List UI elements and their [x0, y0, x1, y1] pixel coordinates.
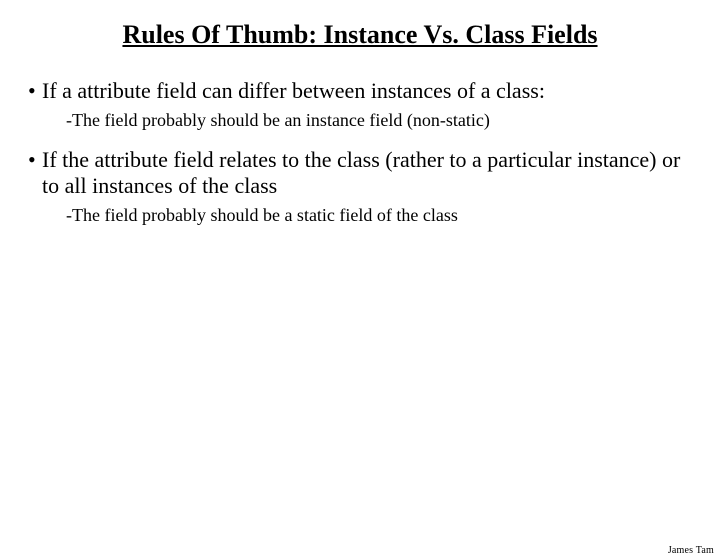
bullet-item: • If the attribute field relates to the …: [28, 147, 692, 199]
slide-content: • If a attribute field can differ betwee…: [0, 78, 720, 226]
bullet-text: If a attribute field can differ between …: [42, 78, 692, 104]
bullet-item: • If a attribute field can differ betwee…: [28, 78, 692, 104]
bullet-text: If the attribute field relates to the cl…: [42, 147, 692, 199]
slide-title: Rules Of Thumb: Instance Vs. Class Field…: [0, 20, 720, 50]
footer-author: James Tam: [668, 545, 714, 556]
sub-bullet-text: -The field probably should be an instanc…: [66, 110, 692, 131]
bullet-marker: •: [28, 147, 42, 199]
sub-bullet-text: -The field probably should be a static f…: [66, 205, 692, 226]
bullet-marker: •: [28, 78, 42, 104]
slide: Rules Of Thumb: Instance Vs. Class Field…: [0, 20, 720, 560]
